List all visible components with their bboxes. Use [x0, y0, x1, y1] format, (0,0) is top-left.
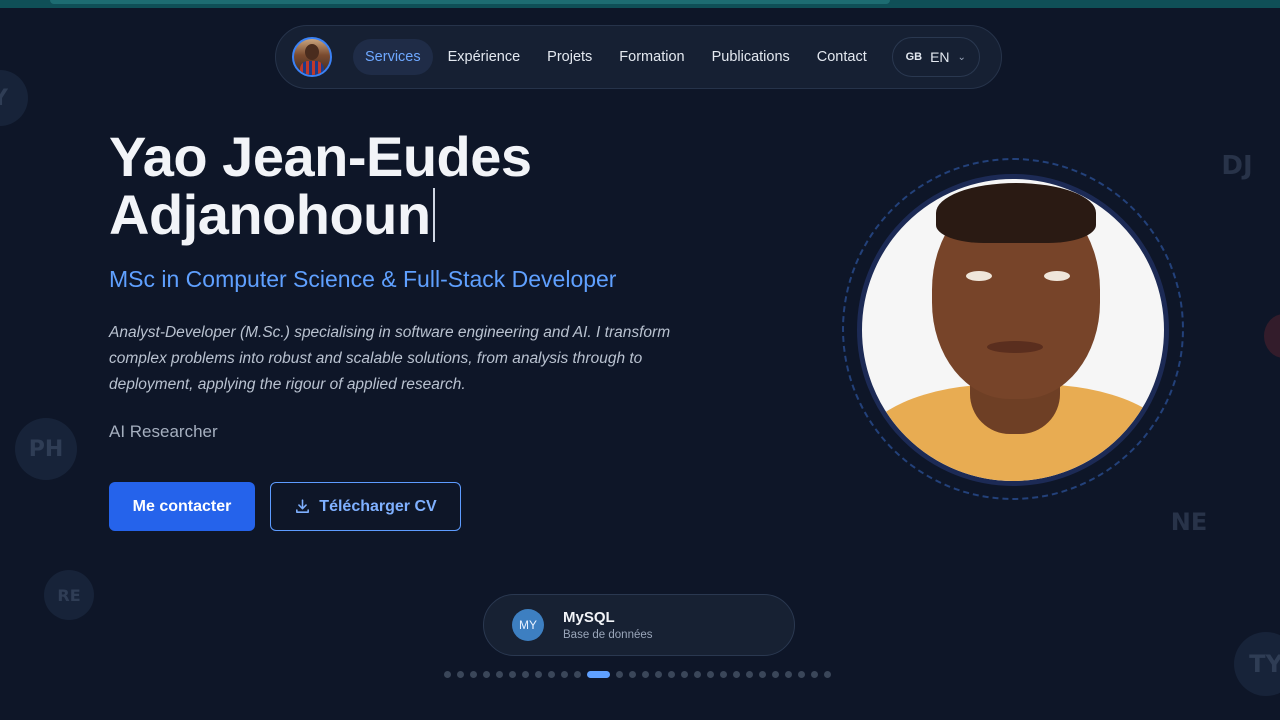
carousel-dot[interactable] [707, 671, 714, 678]
bg-bubble-red [1264, 314, 1280, 358]
carousel-dot[interactable] [509, 671, 516, 678]
carousel-dot[interactable] [746, 671, 753, 678]
nav-link-publications[interactable]: Publications [700, 39, 802, 75]
typing-caret [432, 188, 435, 242]
language-selector[interactable]: GB EN ⌄ [891, 37, 980, 77]
tech-card: MY MySQL Base de données [483, 594, 795, 656]
tech-badge: MY [512, 609, 544, 641]
chevron-down-icon: ⌄ [957, 51, 966, 63]
carousel-dot[interactable] [655, 671, 662, 678]
bg-bubble-re: RE [44, 570, 94, 620]
bg-bubble-ne: NE [1170, 508, 1208, 536]
nav-link-experience[interactable]: Expérience [436, 39, 533, 75]
carousel-dot[interactable] [522, 671, 529, 678]
carousel-dot[interactable] [772, 671, 779, 678]
carousel-dot[interactable] [548, 671, 555, 678]
carousel-dot[interactable] [668, 671, 675, 678]
nav-link-services[interactable]: Services [353, 39, 433, 75]
hero-name-line2: Adjanohoun [109, 183, 431, 246]
nav-link-contact[interactable]: Contact [805, 39, 879, 75]
nav-link-projets[interactable]: Projets [535, 39, 604, 75]
carousel-dot[interactable] [616, 671, 623, 678]
carousel-dot[interactable] [681, 671, 688, 678]
carousel-dot[interactable] [574, 671, 581, 678]
avatar[interactable] [292, 37, 332, 77]
carousel-dot[interactable] [470, 671, 477, 678]
carousel-dot[interactable] [785, 671, 792, 678]
download-cv-label: Télécharger CV [319, 497, 437, 515]
nav-links: Services Expérience Projets Formation Pu… [353, 39, 882, 75]
contact-button[interactable]: Me contacter [109, 482, 255, 531]
carousel-dot[interactable] [720, 671, 727, 678]
carousel-dot[interactable] [444, 671, 451, 678]
top-navigation: Services Expérience Projets Formation Pu… [275, 25, 1002, 89]
carousel-dot[interactable] [561, 671, 568, 678]
carousel-dot[interactable] [759, 671, 766, 678]
bg-bubble-dj: DJ [1221, 151, 1253, 181]
hero-name: Yao Jean-Eudes Adjanohoun [109, 128, 729, 244]
carousel-dot[interactable] [811, 671, 818, 678]
carousel-dot[interactable] [587, 671, 610, 678]
hero-description: Analyst-Developer (M.Sc.) specialising i… [109, 324, 671, 393]
carousel-dot[interactable] [798, 671, 805, 678]
hero-typed-role: AI Researcher [109, 422, 218, 441]
carousel-dot[interactable] [629, 671, 636, 678]
hero-role: MSc in Computer Science & Full-Stack Dev… [109, 266, 617, 292]
bg-bubble-ty: TY [1234, 632, 1280, 696]
hero-name-line1: Yao Jean-Eudes [109, 125, 532, 188]
bg-bubble-y: Y [0, 70, 28, 126]
carousel-dot[interactable] [496, 671, 503, 678]
carousel-dot[interactable] [642, 671, 649, 678]
carousel-dots [444, 671, 831, 678]
carousel-dot[interactable] [694, 671, 701, 678]
carousel-dot[interactable] [483, 671, 490, 678]
tech-category: Base de données [563, 629, 653, 641]
carousel-dot[interactable] [733, 671, 740, 678]
nav-link-formation[interactable]: Formation [607, 39, 696, 75]
tech-name: MySQL [563, 609, 615, 626]
profile-photo [857, 174, 1169, 486]
language-code: EN [930, 49, 950, 65]
bg-bubble-ph: PH [15, 418, 77, 480]
flag-gb-icon: GB [905, 51, 923, 63]
top-strip [0, 0, 1280, 8]
carousel-dot[interactable] [824, 671, 831, 678]
download-cv-button[interactable]: Télécharger CV [270, 482, 461, 531]
carousel-dot[interactable] [457, 671, 464, 678]
carousel-dot[interactable] [535, 671, 542, 678]
download-icon [296, 499, 310, 513]
